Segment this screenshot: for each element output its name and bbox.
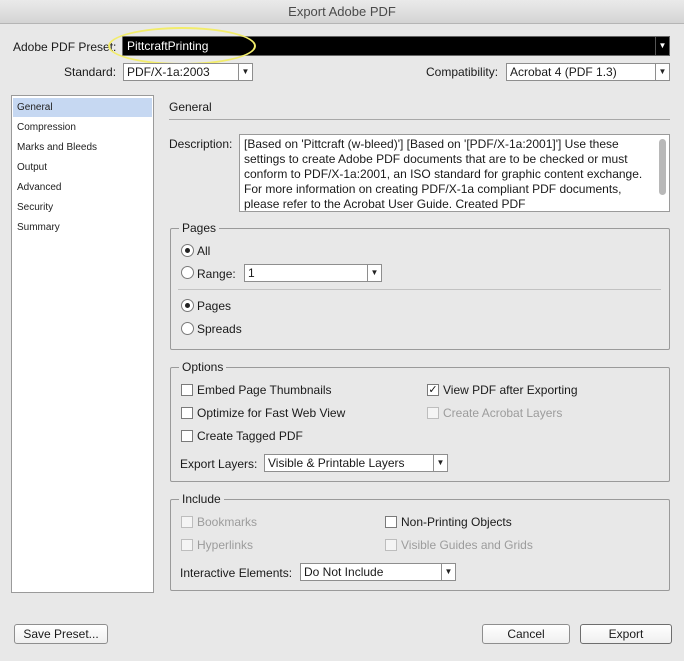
pages-pages-radio[interactable] bbox=[181, 299, 194, 312]
window-title: Export Adobe PDF bbox=[288, 4, 396, 19]
pages-spreads-radio[interactable] bbox=[181, 322, 194, 335]
view-after-export-label: View PDF after Exporting bbox=[443, 383, 578, 397]
cancel-button[interactable]: Cancel bbox=[482, 624, 570, 644]
sidebar-item-general[interactable]: General bbox=[13, 98, 152, 117]
bookmarks-checkbox[interactable] bbox=[181, 516, 193, 528]
compatibility-value: Acrobat 4 (PDF 1.3) bbox=[510, 65, 617, 79]
embed-thumbnails-checkbox[interactable] bbox=[181, 384, 193, 396]
compatibility-label: Compatibility: bbox=[426, 65, 499, 79]
standard-value: PDF/X-1a:2003 bbox=[127, 65, 210, 79]
pages-all-label: All bbox=[197, 244, 211, 258]
chevron-down-icon: ▼ bbox=[238, 64, 252, 80]
pages-range-radio[interactable] bbox=[181, 266, 194, 279]
tagged-pdf-checkbox[interactable] bbox=[181, 430, 193, 442]
pages-divider bbox=[178, 289, 661, 290]
preset-dropdown[interactable]: PittcraftPrinting ▼ bbox=[122, 36, 670, 56]
sidebar-item-advanced[interactable]: Advanced bbox=[13, 178, 152, 197]
export-layers-value: Visible & Printable Layers bbox=[268, 456, 405, 470]
embed-thumbnails-label: Embed Page Thumbnails bbox=[197, 383, 332, 397]
export-layers-dropdown[interactable]: Visible & Printable Layers ▼ bbox=[264, 454, 448, 472]
bookmarks-label: Bookmarks bbox=[197, 515, 258, 529]
sidebar-item-security[interactable]: Security bbox=[13, 198, 152, 217]
description-scrollbar[interactable] bbox=[659, 139, 666, 195]
pages-range-value: 1 bbox=[248, 266, 255, 280]
pages-all-radio[interactable] bbox=[181, 244, 194, 257]
optimize-web-checkbox[interactable] bbox=[181, 407, 193, 419]
sidebar-item-summary[interactable]: Summary bbox=[13, 218, 152, 237]
sidebar-item-compression[interactable]: Compression bbox=[13, 118, 152, 137]
non-printing-checkbox[interactable] bbox=[385, 516, 397, 528]
preset-value: PittcraftPrinting bbox=[127, 39, 209, 53]
standard-label: Standard: bbox=[64, 65, 117, 79]
guides-grids-checkbox[interactable] bbox=[385, 539, 397, 551]
description-label: Description: bbox=[169, 137, 233, 151]
interactive-elements-value: Do Not Include bbox=[304, 565, 384, 579]
chevron-down-icon: ▼ bbox=[367, 265, 381, 281]
hyperlinks-checkbox[interactable] bbox=[181, 539, 193, 551]
chevron-down-icon: ▼ bbox=[433, 455, 447, 471]
check-icon: ✓ bbox=[428, 384, 438, 396]
interactive-elements-dropdown[interactable]: Do Not Include ▼ bbox=[300, 563, 456, 581]
pages-pages-label: Pages bbox=[197, 299, 232, 313]
chevron-down-icon: ▼ bbox=[655, 64, 669, 80]
sidebar-item-marks-and-bleeds[interactable]: Marks and Bleeds bbox=[13, 138, 152, 157]
pages-range-combobox[interactable]: 1 ▼ bbox=[244, 264, 382, 282]
description-textarea[interactable]: [Based on 'Pittcraft (w-bleed)'] [Based … bbox=[239, 134, 670, 212]
save-preset-button[interactable]: Save Preset... bbox=[14, 624, 108, 644]
preset-label: Adobe PDF Preset: bbox=[13, 40, 117, 54]
pages-spreads-label: Spreads bbox=[197, 322, 242, 336]
optimize-web-label: Optimize for Fast Web View bbox=[197, 406, 346, 420]
export-layers-label: Export Layers: bbox=[180, 457, 258, 471]
non-printing-label: Non-Printing Objects bbox=[401, 515, 512, 529]
sidebar-item-output[interactable]: Output bbox=[13, 158, 152, 177]
options-group-title: Options bbox=[179, 360, 227, 374]
heading-divider bbox=[169, 119, 670, 120]
standard-dropdown[interactable]: PDF/X-1a:2003 ▼ bbox=[123, 63, 253, 81]
interactive-elements-label: Interactive Elements: bbox=[180, 566, 293, 580]
hyperlinks-label: Hyperlinks bbox=[197, 538, 254, 552]
sidebar: General Compression Marks and Bleeds Out… bbox=[11, 95, 154, 593]
chevron-down-icon: ▼ bbox=[441, 564, 455, 580]
window-titlebar: Export Adobe PDF bbox=[0, 0, 684, 24]
compatibility-dropdown[interactable]: Acrobat 4 (PDF 1.3) ▼ bbox=[506, 63, 670, 81]
pages-range-label: Range: bbox=[197, 267, 236, 281]
chevron-down-icon: ▼ bbox=[655, 37, 669, 55]
acrobat-layers-label: Create Acrobat Layers bbox=[443, 406, 563, 420]
pages-group-title: Pages bbox=[179, 221, 220, 235]
acrobat-layers-checkbox[interactable] bbox=[427, 407, 439, 419]
section-heading: General bbox=[169, 100, 212, 114]
view-after-export-checkbox[interactable]: ✓ bbox=[427, 384, 439, 396]
description-text: [Based on 'Pittcraft (w-bleed)'] [Based … bbox=[244, 137, 643, 211]
include-group-title: Include bbox=[179, 492, 224, 506]
guides-grids-label: Visible Guides and Grids bbox=[401, 538, 533, 552]
export-button[interactable]: Export bbox=[580, 624, 672, 644]
tagged-pdf-label: Create Tagged PDF bbox=[197, 429, 303, 443]
